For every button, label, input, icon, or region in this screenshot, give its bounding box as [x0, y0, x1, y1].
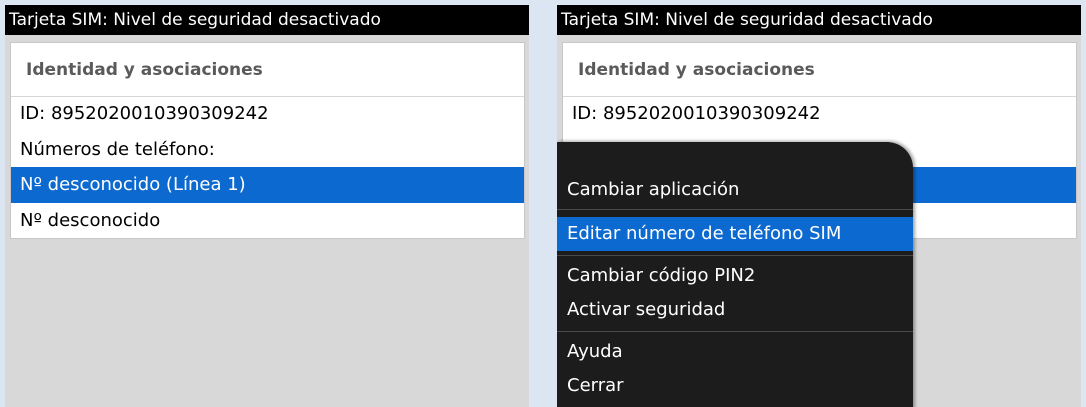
menu-item-close[interactable]: Cerrar — [557, 369, 913, 403]
title-bar: Tarjeta SIM: Nivel de seguridad desactiv… — [5, 5, 529, 35]
menu-separator — [557, 331, 913, 332]
right-screen: Tarjeta SIM: Nivel de seguridad desactiv… — [557, 5, 1081, 407]
menu-item-switch-application[interactable]: Cambiar aplicación — [557, 173, 913, 207]
menu-separator — [557, 255, 913, 256]
sim-id-row[interactable]: ID: 8952020010390309242 — [11, 96, 524, 132]
menu-item-activate-security[interactable]: Activar seguridad — [557, 293, 913, 327]
sim-id-row[interactable]: ID: 8952020010390309242 — [563, 96, 1076, 132]
title-bar: Tarjeta SIM: Nivel de seguridad desactiv… — [557, 5, 1081, 35]
menu-item-change-pin2[interactable]: Cambiar código PIN2 — [557, 259, 913, 293]
panel-header: Identidad y asociaciones — [563, 43, 1076, 97]
left-screen: Tarjeta SIM: Nivel de seguridad desactiv… — [5, 5, 529, 407]
panel-header: Identidad y asociaciones — [11, 43, 524, 97]
identity-panel: Identidad y asociaciones ID: 89520200103… — [10, 42, 525, 239]
menu-separator — [557, 209, 913, 210]
menu-item-edit-sim-phone-number[interactable]: Editar número de teléfono SIM — [557, 217, 913, 251]
menu-item-help[interactable]: Ayuda — [557, 335, 913, 369]
phone-numbers-label: Números de teléfono: — [20, 139, 215, 160]
phone-number-row[interactable]: Nº desconocido — [11, 203, 524, 239]
context-menu: Cambiar aplicación Editar número de telé… — [557, 142, 913, 407]
phone-number-line1-row[interactable]: Nº desconocido (Línea 1) — [11, 167, 524, 203]
